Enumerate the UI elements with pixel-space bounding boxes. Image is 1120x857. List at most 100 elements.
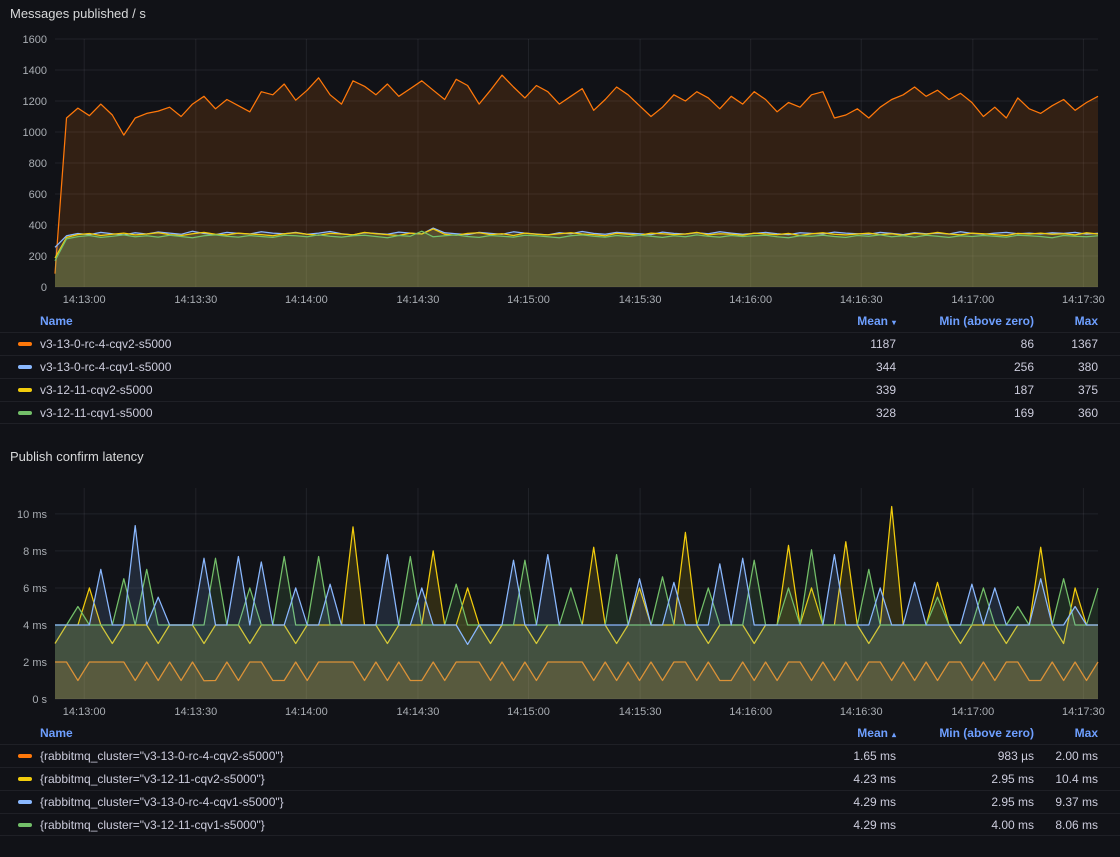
x-axis-tick-label: 14:16:30 bbox=[840, 706, 883, 718]
x-axis-tick-label: 14:14:00 bbox=[285, 294, 328, 306]
legend-header: Name Mean▾ Min (above zero) Max bbox=[0, 310, 1120, 332]
x-axis-tick-label: 14:17:30 bbox=[1062, 294, 1105, 306]
min-value: 2.95 ms bbox=[896, 772, 1034, 786]
min-value: 169 bbox=[896, 406, 1034, 420]
legend-table: Name Mean▴ Min (above zero) Max {rabbitm… bbox=[0, 722, 1120, 836]
y-axis-tick-label: 1000 bbox=[23, 127, 47, 139]
panel-title[interactable]: Messages published / s bbox=[0, 0, 1120, 22]
legend-row: v3-12-11-cqv1-s5000 328169360 bbox=[0, 401, 1120, 424]
legend-col-name[interactable]: Name bbox=[18, 726, 784, 740]
y-axis-tick-label: 6 ms bbox=[23, 583, 47, 595]
legend-row: {rabbitmq_cluster="v3-13-0-rc-4-cqv1-s50… bbox=[0, 790, 1120, 813]
x-axis-tick-label: 14:13:00 bbox=[63, 706, 106, 718]
legend-col-mean[interactable]: Mean▾ bbox=[784, 314, 896, 328]
series-color-swatch-icon[interactable] bbox=[18, 777, 32, 781]
messages-published-chart[interactable]: 0 200 400 600 800 1000 1200 1400 1600 14:13:00 14:… bbox=[0, 22, 1120, 310]
series-name[interactable]: v3-13-0-rc-4-cqv1-s5000 bbox=[40, 360, 171, 374]
x-axis-tick-label: 14:14:00 bbox=[285, 706, 328, 718]
y-axis-tick-label: 800 bbox=[29, 158, 47, 170]
legend-col-min[interactable]: Min (above zero) bbox=[896, 314, 1034, 328]
legend-series: {rabbitmq_cluster="v3-13-0-rc-4-cqv2-s50… bbox=[18, 749, 784, 763]
x-axis-tick-label: 14:13:30 bbox=[174, 294, 217, 306]
y-axis-tick-label: 0 s bbox=[32, 694, 47, 706]
legend-row: v3-13-0-rc-4-cqv2-s50001187861367 bbox=[0, 332, 1120, 355]
series-color-swatch-icon[interactable] bbox=[18, 388, 32, 392]
series-color-swatch-icon[interactable] bbox=[18, 411, 32, 415]
min-value: 86 bbox=[896, 337, 1034, 351]
y-axis-tick-label: 1600 bbox=[23, 34, 47, 46]
panel-messages-published: Messages published / s 0 200 400 600 800 1000… bbox=[0, 0, 1120, 424]
y-axis-tick-label: 400 bbox=[29, 220, 47, 232]
legend-table: Name Mean▾ Min (above zero) Max v3-13-0-… bbox=[0, 310, 1120, 424]
legend-col-max[interactable]: Max bbox=[1034, 314, 1098, 328]
series-name[interactable]: {rabbitmq_cluster="v3-12-11-cqv1-s5000"} bbox=[40, 818, 265, 832]
legend-rows: v3-13-0-rc-4-cqv2-s50001187861367v3-13-0… bbox=[0, 332, 1120, 424]
series-color-swatch-icon[interactable] bbox=[18, 754, 32, 758]
series-name[interactable]: {rabbitmq_cluster="v3-12-11-cqv2-s5000"} bbox=[40, 772, 265, 786]
legend-row: v3-12-11-cqv2-s5000339187375 bbox=[0, 378, 1120, 401]
series-name[interactable]: v3-13-0-rc-4-cqv2-s5000 bbox=[40, 337, 171, 351]
legend-row: {rabbitmq_cluster="v3-12-11-cqv2-s5000"}… bbox=[0, 767, 1120, 790]
y-axis-tick-label: 1200 bbox=[23, 96, 47, 108]
x-axis-tick-label: 14:17:00 bbox=[951, 294, 994, 306]
y-axis-tick-label: 10 ms bbox=[17, 509, 47, 521]
series-color-swatch-icon[interactable] bbox=[18, 342, 32, 346]
series-name[interactable]: {rabbitmq_cluster="v3-13-0-rc-4-cqv2-s50… bbox=[40, 749, 284, 763]
y-axis-tick-label: 0 bbox=[41, 282, 47, 294]
min-value: 4.00 ms bbox=[896, 818, 1034, 832]
series-name[interactable]: v3-12-11-cqv2-s5000 bbox=[40, 383, 153, 397]
max-value: 9.37 ms bbox=[1034, 795, 1098, 809]
y-axis-tick-label: 1400 bbox=[23, 65, 47, 77]
max-value: 2.00 ms bbox=[1034, 749, 1098, 763]
x-axis-tick-label: 14:14:30 bbox=[397, 706, 440, 718]
max-value: 360 bbox=[1034, 406, 1098, 420]
series-color-swatch-icon[interactable] bbox=[18, 365, 32, 369]
legend-series: v3-12-11-cqv2-s5000 bbox=[18, 383, 784, 397]
legend-series: {rabbitmq_cluster="v3-12-11-cqv1-s5000"} bbox=[18, 818, 784, 832]
mean-value: 328 bbox=[784, 406, 896, 420]
y-axis-tick-label: 4 ms bbox=[23, 620, 47, 632]
max-value: 8.06 ms bbox=[1034, 818, 1098, 832]
x-axis-tick-label: 14:15:00 bbox=[507, 706, 550, 718]
chart-canvas[interactable]: 0 s2 ms4 ms6 ms8 ms10 ms14:13:0014:13:30… bbox=[0, 476, 1120, 722]
y-axis-tick-label: 2 ms bbox=[23, 657, 47, 669]
legend-col-name[interactable]: Name bbox=[18, 314, 784, 328]
max-value: 10.4 ms bbox=[1034, 772, 1098, 786]
mean-value: 1.65 ms bbox=[784, 749, 896, 763]
legend-series: {rabbitmq_cluster="v3-12-11-cqv2-s5000"} bbox=[18, 772, 784, 786]
max-value: 375 bbox=[1034, 383, 1098, 397]
mean-value: 4.29 ms bbox=[784, 818, 896, 832]
chart-canvas[interactable]: 0 200 400 600 800 1000 1200 1400 1600 14:13:00 14:… bbox=[0, 22, 1120, 310]
legend-row: {rabbitmq_cluster="v3-12-11-cqv1-s5000"}… bbox=[0, 813, 1120, 836]
x-axis-tick-label: 14:17:30 bbox=[1062, 706, 1105, 718]
legend-series: {rabbitmq_cluster="v3-13-0-rc-4-cqv1-s50… bbox=[18, 795, 784, 809]
legend-col-min[interactable]: Min (above zero) bbox=[896, 726, 1034, 740]
y-axis-tick-label: 200 bbox=[29, 251, 47, 263]
mean-value: 4.29 ms bbox=[784, 795, 896, 809]
publish-confirm-latency-chart[interactable]: 0 s2 ms4 ms6 ms8 ms10 ms14:13:0014:13:30… bbox=[0, 476, 1120, 722]
mean-value: 1187 bbox=[784, 337, 896, 351]
y-axis-tick-label: 8 ms bbox=[23, 546, 47, 558]
series-color-swatch-icon[interactable] bbox=[18, 800, 32, 804]
x-axis-tick-label: 14:16:00 bbox=[729, 294, 772, 306]
min-value: 2.95 ms bbox=[896, 795, 1034, 809]
series-name[interactable]: {rabbitmq_cluster="v3-13-0-rc-4-cqv1-s50… bbox=[40, 795, 284, 809]
legend-col-max[interactable]: Max bbox=[1034, 726, 1098, 740]
series-name[interactable]: v3-12-11-cqv1-s5000 bbox=[40, 406, 153, 420]
x-axis-tick-label: 14:13:00 bbox=[63, 294, 106, 306]
panel-title[interactable]: Publish confirm latency bbox=[0, 424, 1120, 465]
legend-row: v3-13-0-rc-4-cqv1-s5000344256380 bbox=[0, 355, 1120, 378]
panel-publish-confirm-latency: Publish confirm latency 0 s 2 ms 4 ms 6 ms 8… bbox=[0, 424, 1120, 836]
y-axis-tick-label: 600 bbox=[29, 189, 47, 201]
grafana-dashboard: Messages published / s 0 200 400 600 800 1000… bbox=[0, 0, 1120, 836]
x-axis-tick-label: 14:15:30 bbox=[619, 294, 662, 306]
x-axis-tick-label: 14:14:30 bbox=[397, 294, 440, 306]
x-axis-tick-label: 14:15:30 bbox=[619, 706, 662, 718]
mean-value: 4.23 ms bbox=[784, 772, 896, 786]
legend-col-mean[interactable]: Mean▴ bbox=[784, 726, 896, 740]
legend-col-mean-label: Mean bbox=[857, 726, 888, 740]
legend-col-mean-label: Mean bbox=[857, 314, 888, 328]
x-axis-tick-label: 14:16:00 bbox=[729, 706, 772, 718]
x-axis-tick-label: 14:17:00 bbox=[951, 706, 994, 718]
series-color-swatch-icon[interactable] bbox=[18, 823, 32, 827]
